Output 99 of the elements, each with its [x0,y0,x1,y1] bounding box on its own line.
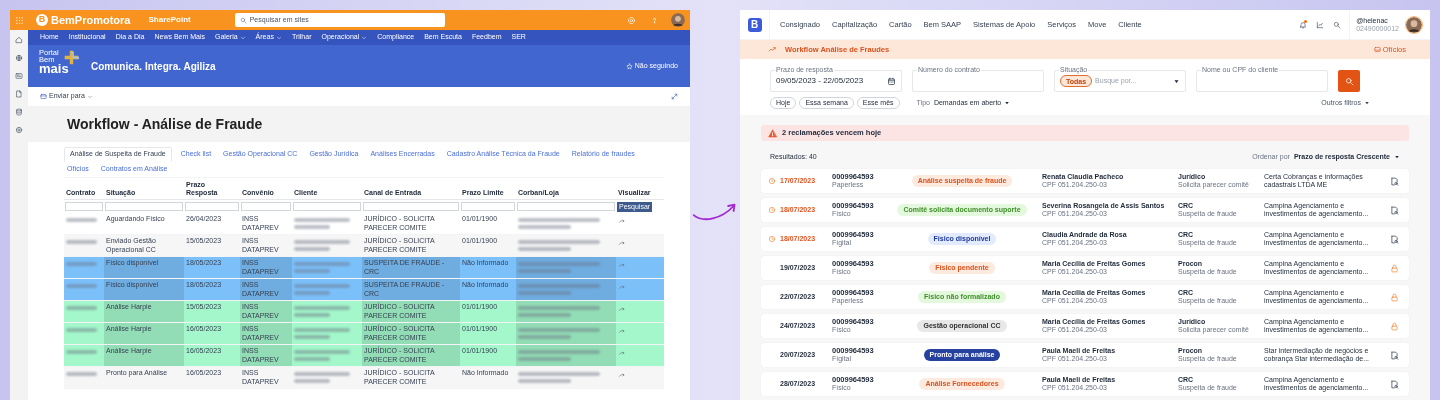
redacted-text [294,284,351,288]
app-launcher-icon[interactable] [15,15,24,25]
redacted-text [294,328,351,332]
input-field[interactable] [1196,70,1328,92]
link-arrow-icon[interactable] [618,283,626,291]
redacted-text [294,350,351,354]
brand-name: BemPromotora [51,12,131,28]
page-title: Workflow - Análise de Fraude [67,114,263,134]
lock-icon[interactable] [1390,292,1399,302]
redacted-text [294,247,331,251]
database-icon[interactable] [15,108,23,116]
redacted-text [66,284,97,288]
redacted-text [294,357,331,361]
filter-field[interactable] [185,202,239,211]
redacted-text [66,328,97,332]
logo-mark: B [36,14,48,26]
redacted-text [518,379,571,383]
lock-icon[interactable] [1390,263,1399,273]
link-arrow-icon[interactable] [618,217,626,225]
redacted-text [294,335,331,339]
link-arrow-icon[interactable] [618,349,626,357]
trend-icon [768,45,777,54]
filter-field[interactable] [293,202,361,211]
warning-icon [768,128,777,138]
link-arrow-icon[interactable] [618,327,626,335]
chart-icon[interactable] [1316,20,1325,29]
chevron-icon [239,34,246,41]
news-icon[interactable] [15,72,23,80]
link-arrow-icon[interactable] [618,371,626,379]
app-name: SharePoint [148,14,191,26]
clock-icon [768,235,776,243]
redacted-text [294,313,331,317]
view-document-icon[interactable] [1390,379,1399,389]
redacted-text [518,335,571,339]
redacted-text [294,218,351,222]
add-icon[interactable] [15,126,23,134]
search-icon [1344,76,1354,86]
calendar-icon[interactable] [887,76,896,86]
search-button[interactable] [1338,70,1360,92]
filter-field[interactable] [517,202,615,211]
redacted-text [518,247,571,251]
filter-field[interactable] [105,202,183,211]
search-icon [239,16,247,24]
filter-field[interactable] [461,202,515,211]
help-icon[interactable] [650,15,659,25]
globe-icon[interactable] [15,54,23,62]
redacted-text [66,240,97,244]
avatar[interactable] [671,13,685,27]
home-icon[interactable] [15,36,23,44]
redacted-text [294,269,331,273]
inbox-icon [1373,46,1381,53]
redacted-text [66,306,97,310]
redacted-text [518,313,571,317]
caret-icon [1004,100,1011,106]
view-document-icon[interactable] [1390,205,1399,215]
send-icon [40,93,47,100]
redacted-text [294,306,351,310]
view-document-icon[interactable] [1390,176,1399,186]
link-arrow-icon[interactable] [618,239,626,247]
redacted-text [66,350,97,354]
redacted-text [294,262,351,266]
redacted-text [66,218,97,222]
star-icon [625,62,633,70]
file-icon[interactable] [15,90,23,98]
bell-icon[interactable] [1299,20,1308,29]
avatar[interactable] [1406,16,1422,33]
settings-icon[interactable] [627,15,636,25]
field-value: 09/05/2023 - 22/05/2023 [776,75,865,87]
caret-icon [1173,77,1180,85]
redacted-text [294,372,351,376]
link-arrow-icon[interactable] [618,305,626,313]
clock-icon [768,206,776,214]
view-document-icon[interactable] [1390,350,1399,360]
clock-icon [768,177,776,185]
link-arrow-icon[interactable] [618,261,626,269]
expand-icon[interactable] [671,93,678,100]
site-title: Comunica. Integra. Agiliza [91,59,216,74]
filter-field[interactable] [363,202,459,211]
redacted-text [518,357,571,361]
chevron-icon [361,34,368,41]
app-logo: B [747,17,762,32]
redacted-text [294,240,351,244]
redacted-text [294,379,331,383]
caret-icon [1394,154,1400,160]
chevron-icon [86,93,93,100]
chevron-icon [275,34,282,41]
input-field[interactable] [912,70,1044,92]
caret-icon [1364,100,1370,106]
redacted-text [66,372,97,376]
redacted-text [518,225,571,229]
search-icon[interactable] [1333,20,1342,29]
redacted-text [294,225,331,229]
view-document-icon[interactable] [1390,234,1399,244]
lock-icon[interactable] [1390,321,1399,331]
curved-arrow [692,203,736,221]
redacted-text [294,291,331,295]
redacted-text [66,262,97,266]
filter-field[interactable] [65,202,103,211]
filter-field[interactable] [241,202,291,211]
